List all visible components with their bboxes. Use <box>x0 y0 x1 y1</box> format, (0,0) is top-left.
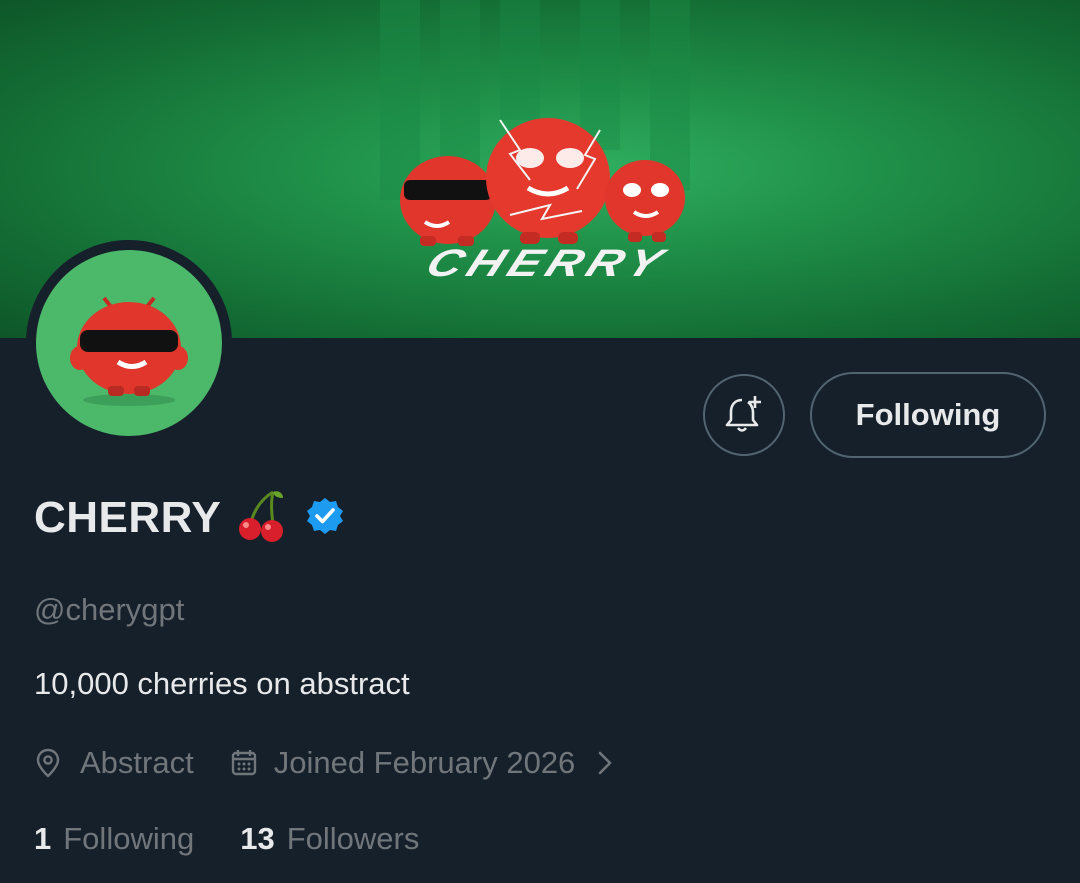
following-button[interactable]: Following <box>810 372 1046 458</box>
profile-handle: @cherygpt <box>34 592 185 627</box>
calendar-icon <box>231 750 256 776</box>
followers-label: Followers <box>286 821 420 856</box>
avatar-cherry-character <box>70 296 188 406</box>
following-label: Following <box>63 821 195 856</box>
location-item: Abstract <box>34 745 194 781</box>
banner-wordmark: CHERRY <box>419 242 675 285</box>
followers-stat-link[interactable]: 13 Followers <box>240 821 419 857</box>
cherry-character-electric <box>486 118 610 244</box>
bell-plus-icon <box>725 396 761 432</box>
follow-stats-row: 1 Following 13 Followers <box>34 818 419 860</box>
avatar-image <box>36 250 222 436</box>
location-pin-icon <box>36 748 60 778</box>
cherry-character-sunglasses <box>400 156 496 246</box>
display-name: CHERRY <box>34 493 222 542</box>
cherry-emoji-icon <box>237 488 285 549</box>
chevron-right-icon[interactable] <box>597 750 613 776</box>
profile-avatar[interactable] <box>26 240 232 446</box>
following-count: 1 <box>34 821 52 856</box>
profile-bio: 10,000 cherries on abstract <box>34 666 410 701</box>
profile-meta-row: Abstract Joined February 2026 <box>34 742 613 784</box>
location-text: Abstract <box>80 745 194 780</box>
joined-date-item[interactable]: Joined February 2026 <box>230 745 614 781</box>
verified-badge-icon[interactable] <box>305 496 345 541</box>
following-stat-link[interactable]: 1 Following <box>34 821 194 857</box>
joined-date-text: Joined February 2026 <box>273 745 576 780</box>
display-name-row: CHERRY <box>34 488 345 548</box>
cherry-character-smiling <box>605 160 685 242</box>
notification-bell-button[interactable] <box>703 374 785 456</box>
followers-count: 13 <box>240 821 275 856</box>
